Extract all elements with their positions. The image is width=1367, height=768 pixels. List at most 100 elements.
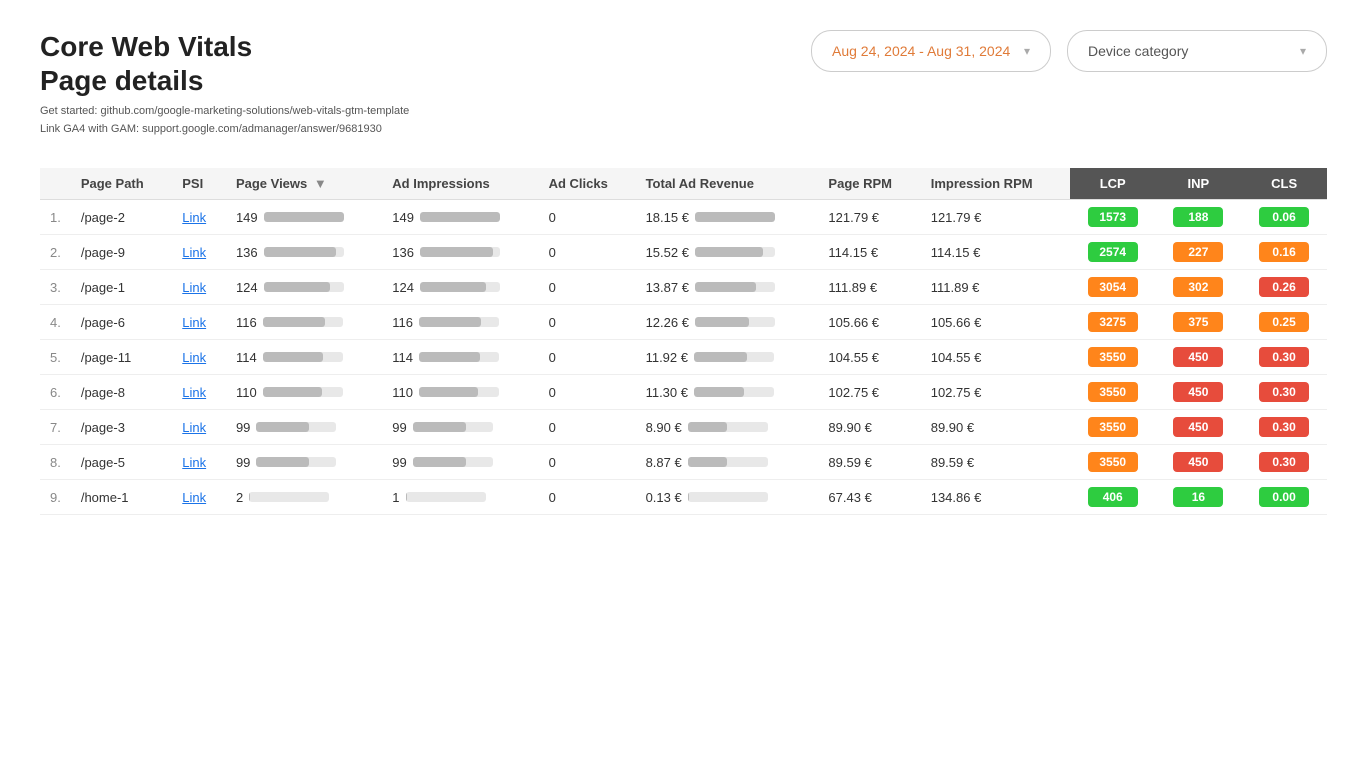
cell-inp: 302 [1156,270,1242,305]
page-title: Core Web Vitals Page details [40,30,409,97]
cell-lcp: 1573 [1070,200,1156,235]
col-lcp: LCP [1070,168,1156,200]
cell-lcp: 3550 [1070,445,1156,480]
cell-total-ad-revenue: 18.15 € [636,200,819,235]
cell-page-path: /page-11 [71,340,172,375]
cell-psi[interactable]: Link [172,480,226,515]
cell-page-views: 149 [226,200,382,235]
cell-page-views: 99 [226,445,382,480]
cell-ad-clicks: 0 [539,410,636,445]
table-row: 9./home-1Link2100.13 €67.43 €134.86 €406… [40,480,1327,515]
psi-link[interactable]: Link [182,315,206,330]
sort-arrow-pageviews: ▼ [314,176,327,191]
cell-ad-impressions: 99 [382,410,538,445]
psi-link[interactable]: Link [182,385,206,400]
cell-ad-clicks: 0 [539,305,636,340]
cell-cls: 0.06 [1241,200,1327,235]
cell-inp: 227 [1156,235,1242,270]
cell-psi[interactable]: Link [172,410,226,445]
cell-idx: 6. [40,375,71,410]
cell-cls: 0.30 [1241,445,1327,480]
cell-psi[interactable]: Link [172,200,226,235]
cell-idx: 5. [40,340,71,375]
cell-psi[interactable]: Link [172,270,226,305]
device-filter-dropdown[interactable]: Device category ▾ [1067,30,1327,72]
cell-ad-impressions: 116 [382,305,538,340]
cell-inp: 450 [1156,410,1242,445]
cell-ad-clicks: 0 [539,270,636,305]
cell-ad-impressions: 149 [382,200,538,235]
cell-page-rpm: 105.66 € [818,305,920,340]
psi-link[interactable]: Link [182,210,206,225]
cell-impression-rpm: 114.15 € [921,235,1070,270]
cell-inp: 16 [1156,480,1242,515]
cell-idx: 8. [40,445,71,480]
cell-ad-clicks: 0 [539,235,636,270]
cell-psi[interactable]: Link [172,305,226,340]
cell-cls: 0.00 [1241,480,1327,515]
table-row: 1./page-2Link149149018.15 €121.79 €121.7… [40,200,1327,235]
date-filter-label: Aug 24, 2024 - Aug 31, 2024 [832,43,1010,59]
cell-ad-impressions: 1 [382,480,538,515]
psi-link[interactable]: Link [182,490,206,505]
cell-psi[interactable]: Link [172,375,226,410]
col-inp: INP [1156,168,1242,200]
col-total-ad-revenue: Total Ad Revenue [636,168,819,200]
cell-page-views: 99 [226,410,382,445]
cell-page-views: 124 [226,270,382,305]
cell-total-ad-revenue: 0.13 € [636,480,819,515]
cell-impression-rpm: 104.55 € [921,340,1070,375]
cell-cls: 0.30 [1241,340,1327,375]
table-row: 2./page-9Link136136015.52 €114.15 €114.1… [40,235,1327,270]
title-section: Core Web Vitals Page details Get started… [40,30,409,138]
cell-ad-impressions: 136 [382,235,538,270]
cell-page-rpm: 89.90 € [818,410,920,445]
cell-total-ad-revenue: 12.26 € [636,305,819,340]
cell-inp: 450 [1156,375,1242,410]
psi-link[interactable]: Link [182,245,206,260]
data-table: Page Path PSI Page Views ▼ Ad Impression… [40,168,1327,515]
cell-total-ad-revenue: 11.30 € [636,375,819,410]
psi-link[interactable]: Link [182,420,206,435]
header: Core Web Vitals Page details Get started… [40,30,1327,138]
cell-ad-clicks: 0 [539,480,636,515]
date-filter-arrow: ▾ [1024,44,1030,58]
cell-page-path: /page-9 [71,235,172,270]
cell-psi[interactable]: Link [172,340,226,375]
device-filter-arrow: ▾ [1300,44,1306,58]
subtitle: Get started: github.com/google-marketing… [40,103,409,138]
table-row: 8./page-5Link999908.87 €89.59 €89.59 €35… [40,445,1327,480]
psi-link[interactable]: Link [182,350,206,365]
cell-inp: 375 [1156,305,1242,340]
cell-ad-impressions: 99 [382,445,538,480]
cell-lcp: 3054 [1070,270,1156,305]
table-row: 6./page-8Link110110011.30 €102.75 €102.7… [40,375,1327,410]
cell-psi[interactable]: Link [172,235,226,270]
cell-page-path: /page-8 [71,375,172,410]
cell-psi[interactable]: Link [172,445,226,480]
date-filter-dropdown[interactable]: Aug 24, 2024 - Aug 31, 2024 ▾ [811,30,1051,72]
table-body: 1./page-2Link149149018.15 €121.79 €121.7… [40,200,1327,515]
col-cls: CLS [1241,168,1327,200]
cell-idx: 3. [40,270,71,305]
table-header-row: Page Path PSI Page Views ▼ Ad Impression… [40,168,1327,200]
cell-idx: 1. [40,200,71,235]
cell-impression-rpm: 102.75 € [921,375,1070,410]
psi-link[interactable]: Link [182,280,206,295]
cell-page-rpm: 111.89 € [818,270,920,305]
cell-total-ad-revenue: 11.92 € [636,340,819,375]
cell-inp: 188 [1156,200,1242,235]
col-ad-clicks: Ad Clicks [539,168,636,200]
cell-page-rpm: 67.43 € [818,480,920,515]
cell-ad-impressions: 114 [382,340,538,375]
psi-link[interactable]: Link [182,455,206,470]
col-idx [40,168,71,200]
cell-page-rpm: 102.75 € [818,375,920,410]
col-page-views[interactable]: Page Views ▼ [226,168,382,200]
cell-page-path: /page-5 [71,445,172,480]
cell-page-path: /page-3 [71,410,172,445]
cell-cls: 0.16 [1241,235,1327,270]
col-page-rpm: Page RPM [818,168,920,200]
cell-impression-rpm: 111.89 € [921,270,1070,305]
cell-inp: 450 [1156,340,1242,375]
